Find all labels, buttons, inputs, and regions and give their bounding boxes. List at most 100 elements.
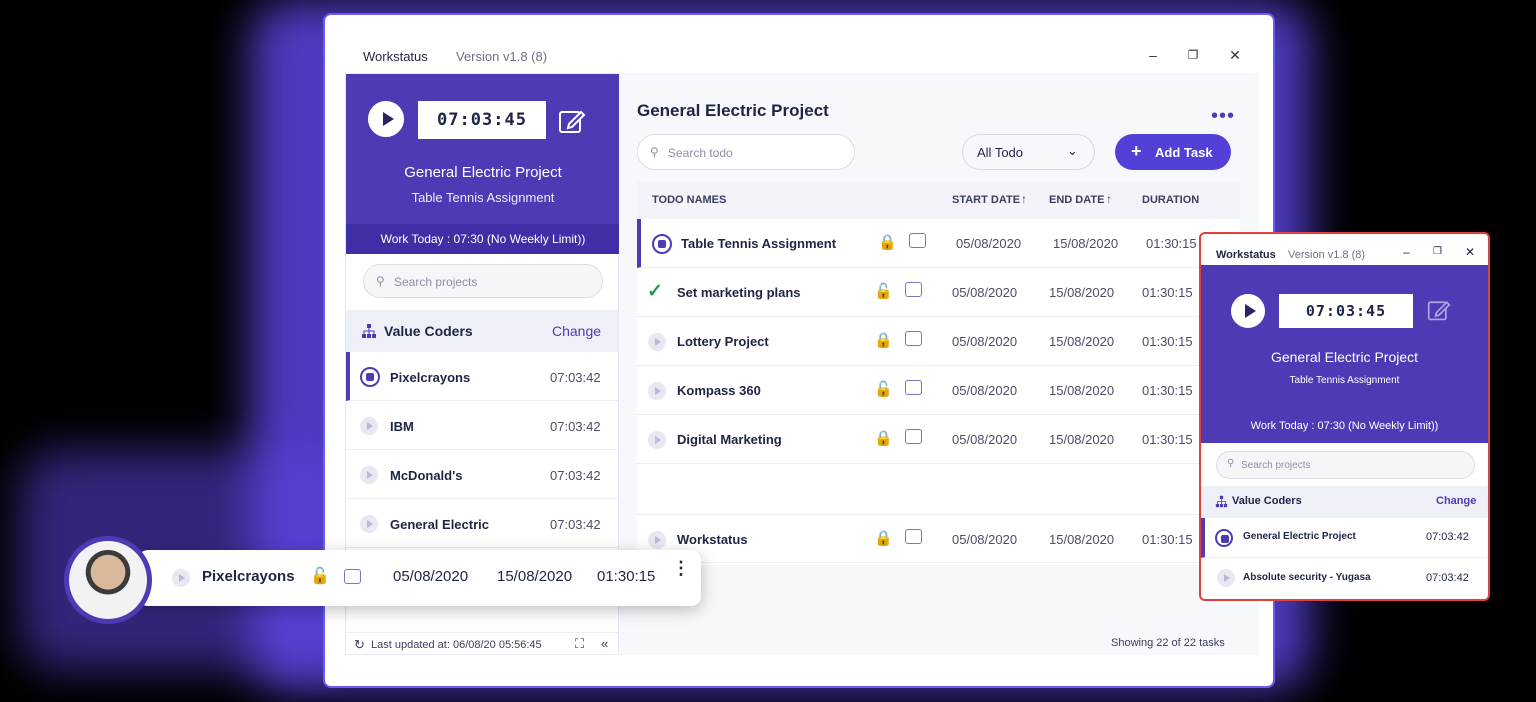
unlock-icon[interactable]: 🔓 xyxy=(310,566,330,586)
todo-name: Digital Marketing xyxy=(677,432,782,447)
mini-work-today: Work Today : 07:30 (No Weekly Limit)) xyxy=(1201,409,1488,443)
duration: 01:30:15 xyxy=(1142,285,1193,300)
mini-app-version: Version v1.8 (8) xyxy=(1288,249,1366,261)
table-row[interactable]: Lottery Project 🔒 05/08/2020 15/08/2020 … xyxy=(637,317,1240,366)
screenshot-icon[interactable] xyxy=(905,429,922,444)
play-icon[interactable] xyxy=(648,431,666,449)
lock-icon[interactable]: 🔒 xyxy=(874,331,893,349)
lock-icon[interactable]: 🔒 xyxy=(878,233,897,251)
search-icon: ⚲ xyxy=(650,145,659,159)
play-icon[interactable] xyxy=(360,417,378,435)
play-button[interactable] xyxy=(368,101,404,137)
play-icon[interactable] xyxy=(1217,569,1235,587)
start-date: 05/08/2020 xyxy=(952,532,1018,547)
table-row[interactable]: Workstatus 🔒 05/08/2020 15/08/2020 01:30… xyxy=(637,514,1240,563)
floating-row[interactable]: Pixelcrayons 🔓 05/08/2020 15/08/2020 01:… xyxy=(138,550,701,606)
end-date: 15/08/2020 xyxy=(1049,285,1115,300)
column-header[interactable]: START DATE xyxy=(952,194,1020,206)
screenshot-icon[interactable] xyxy=(905,331,922,346)
end-date: 15/08/2020 xyxy=(1049,383,1115,398)
play-icon xyxy=(1245,304,1256,318)
restore-icon[interactable]: ❐ xyxy=(1433,246,1442,257)
start-date: 05/08/2020 xyxy=(952,334,1018,349)
screenshot-icon[interactable] xyxy=(344,569,361,584)
minimize-icon[interactable]: – xyxy=(1143,45,1163,65)
screenshot-icon[interactable] xyxy=(905,529,922,544)
refresh-icon[interactable]: ↻ xyxy=(354,637,365,653)
screenshot-icon[interactable] xyxy=(905,380,922,395)
search-todo-input[interactable]: ⚲ Search todo xyxy=(637,134,855,170)
sort-up-icon[interactable]: ↑ xyxy=(1106,192,1112,206)
play-icon[interactable] xyxy=(172,569,190,587)
restore-icon[interactable]: ❐ xyxy=(1183,45,1203,65)
column-header[interactable]: END DATE xyxy=(1049,194,1104,206)
todo-filter-select[interactable]: All Todo ⌄ xyxy=(962,134,1095,170)
sort-up-icon[interactable]: ↑ xyxy=(1021,192,1027,206)
end-date: 15/08/2020 xyxy=(1053,236,1119,251)
project-name: IBM xyxy=(390,419,414,434)
stop-icon[interactable] xyxy=(1215,529,1233,547)
table-row[interactable]: Digital Marketing 🔒 05/08/2020 15/08/202… xyxy=(637,415,1240,464)
project-name: General Electric xyxy=(390,517,489,532)
check-icon: ✓ xyxy=(647,281,663,302)
todo-name: Table Tennis Assignment xyxy=(681,236,837,251)
play-icon[interactable] xyxy=(648,382,666,400)
play-icon[interactable] xyxy=(360,466,378,484)
stop-icon[interactable] xyxy=(360,367,380,387)
start-date: 05/08/2020 xyxy=(952,383,1018,398)
close-icon[interactable]: ✕ xyxy=(1225,45,1245,65)
play-icon[interactable] xyxy=(360,515,378,533)
duration: 01:30:15 xyxy=(1142,432,1193,447)
edit-icon[interactable] xyxy=(558,107,586,135)
search-placeholder: Search todo xyxy=(668,146,733,160)
add-task-button[interactable]: + Add Task xyxy=(1115,134,1231,170)
todo-name: Lottery Project xyxy=(677,334,769,349)
start-date: 05/08/2020 xyxy=(952,432,1018,447)
mini-project-row[interactable]: Absolute security - Yugasa 07:03:42 xyxy=(1201,558,1488,598)
lock-icon[interactable]: 🔒 xyxy=(874,429,893,447)
project-row[interactable]: McDonald's 07:03:42 xyxy=(346,450,618,499)
change-org-link[interactable]: Change xyxy=(552,323,601,339)
column-header[interactable]: TODO NAMES xyxy=(652,194,726,206)
project-row[interactable]: Pixelcrayons 07:03:42 xyxy=(346,352,618,401)
search-projects-input[interactable]: ⚲ Search projects xyxy=(363,264,603,298)
close-icon[interactable]: ✕ xyxy=(1465,245,1475,259)
org-name: Value Coders xyxy=(384,323,473,339)
collapse-icon[interactable]: « xyxy=(601,636,608,651)
mini-project-name: Absolute security - Yugasa xyxy=(1243,572,1371,583)
chevron-down-icon: ⌄ xyxy=(1067,143,1078,158)
sidebar-footer: ↻ Last updated at: 06/08/20 05:56:45 ⛶ « xyxy=(346,632,618,656)
project-time: 07:03:42 xyxy=(550,468,601,483)
play-button[interactable] xyxy=(1231,294,1265,328)
stop-icon[interactable] xyxy=(652,234,672,254)
project-subtitle: Table Tennis Assignment xyxy=(411,190,555,205)
unlock-icon[interactable]: 🔓 xyxy=(874,380,893,398)
app-version: Version v1.8 (8) xyxy=(456,49,548,64)
edit-icon[interactable] xyxy=(1427,298,1451,322)
search-placeholder: Search projects xyxy=(1241,460,1311,471)
project-time: 07:03:42 xyxy=(550,517,601,532)
kebab-menu-icon[interactable]: ⋮ xyxy=(672,559,690,577)
column-header[interactable]: DURATION xyxy=(1142,194,1199,206)
todo-name: Set marketing plans xyxy=(677,285,801,300)
page-title: General Electric Project xyxy=(637,101,829,120)
table-row[interactable]: Table Tennis Assignment 🔒 05/08/2020 15/… xyxy=(637,219,1240,268)
mini-project-row[interactable]: General Electric Project 07:03:42 xyxy=(1201,518,1488,558)
table-row[interactable]: ✓ Set marketing plans 🔓 05/08/2020 15/08… xyxy=(637,268,1240,317)
expand-icon[interactable]: ⛶ xyxy=(575,636,584,652)
lock-icon[interactable]: 🔒 xyxy=(874,529,893,547)
project-row[interactable]: IBM 07:03:42 xyxy=(346,401,618,450)
minimize-icon[interactable]: – xyxy=(1403,245,1410,259)
play-icon[interactable] xyxy=(648,333,666,351)
screenshot-icon[interactable] xyxy=(909,233,926,248)
table-row[interactable]: Kompass 360 🔓 05/08/2020 15/08/2020 01:3… xyxy=(637,366,1240,415)
screenshot-icon[interactable] xyxy=(905,282,922,297)
mini-project-subtitle: Table Tennis Assignment xyxy=(1289,375,1400,386)
avatar-photo xyxy=(69,541,147,619)
mini-change-org-link[interactable]: Change xyxy=(1436,495,1476,507)
unlock-icon[interactable]: 🔓 xyxy=(874,282,893,300)
mini-search-projects-input[interactable]: ⚲ Search projects xyxy=(1216,451,1475,479)
last-updated: Last updated at: 06/08/20 05:56:45 xyxy=(371,639,542,651)
more-options-icon[interactable]: ••• xyxy=(1211,105,1235,128)
floating-name: Pixelcrayons xyxy=(202,568,295,585)
